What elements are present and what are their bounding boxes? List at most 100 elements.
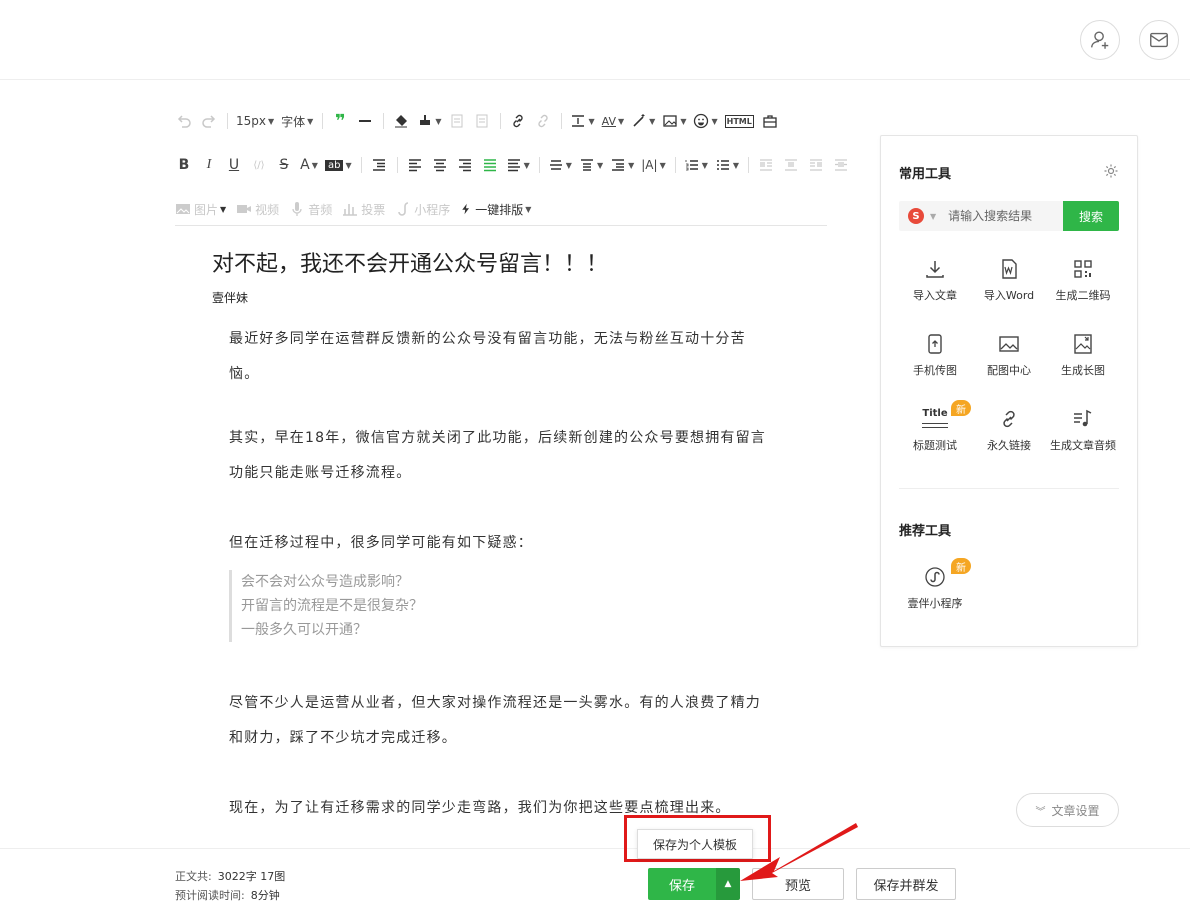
media-miniprogram-button[interactable]: 小程序 [395, 198, 450, 220]
tool-article-audio[interactable]: 生成文章音频 [1045, 408, 1121, 453]
toolbox-button[interactable] [761, 110, 779, 132]
align-more-button[interactable]: ▼ [506, 154, 530, 176]
article-settings-button[interactable]: ︾ 文章设置 [1016, 793, 1119, 827]
format-painter-button[interactable]: ▼ [417, 110, 441, 132]
one-click-layout-button[interactable]: 一键排版 ▼ [460, 198, 531, 220]
text-width-button[interactable]: |A| ▼ [641, 154, 665, 176]
tool-import-article[interactable]: 导入文章 [897, 258, 973, 303]
align-justify-button[interactable] [481, 154, 499, 176]
horizontal-rule-button[interactable] [356, 110, 374, 132]
magic-button[interactable]: ▼ [631, 110, 655, 132]
indent-button[interactable] [370, 154, 388, 176]
align-center-button[interactable] [431, 154, 449, 176]
align-icon [507, 159, 520, 172]
separator [396, 157, 398, 173]
chevron-down-icon: ▼ [220, 204, 227, 214]
para-after-button[interactable]: ▼ [610, 154, 634, 176]
article-body[interactable]: 最近好多同学在运营群反馈新的公众号没有留言功能，无法与粉丝互动十分苦恼。 其实，… [229, 322, 774, 826]
line-height-button[interactable]: ▼ [548, 154, 572, 176]
tool-generate-qrcode[interactable]: 生成二维码 [1045, 258, 1121, 303]
align-left-button[interactable] [406, 154, 424, 176]
messages-button[interactable] [1139, 20, 1179, 60]
html-button[interactable]: HTML [724, 110, 754, 132]
doc-button[interactable] [448, 110, 466, 132]
mail-icon [1150, 32, 1168, 48]
save-and-send-button[interactable]: 保存并群发 [856, 868, 956, 900]
spacing-icon [572, 115, 585, 127]
underline-button[interactable]: U [225, 154, 243, 176]
common-tools-title: 常用工具 [899, 167, 952, 182]
strikethrough-button[interactable]: S [275, 154, 293, 176]
font-family-select[interactable]: 字体 ▼ [281, 110, 313, 132]
long-image-icon [1074, 334, 1092, 354]
chevron-down-icon: ▼ [596, 160, 604, 170]
article-title[interactable]: 对不起，我还不会开通公众号留言！！！ [212, 246, 608, 278]
gear-icon[interactable] [1103, 163, 1119, 179]
para-before-button[interactable]: ▼ [579, 154, 603, 176]
media-vote-button[interactable]: 投票 [342, 198, 385, 220]
search-engine-icon[interactable]: S [908, 208, 924, 224]
bar-chart-icon [343, 204, 358, 216]
undo-button[interactable] [175, 110, 193, 132]
toolbar-row-2: B I U ⟨/⟩ S A ▼ ab ▼ ▼ ▼ ▼ ▼ |A| ▼ ▼ ▼ [175, 154, 857, 176]
emoji-icon [694, 113, 709, 129]
word-count-value: 3022字 17图 [217, 870, 286, 883]
media-audio-button[interactable]: 音频 [289, 198, 332, 220]
code-button[interactable]: ⟨/⟩ [250, 154, 268, 176]
tool-phone-upload[interactable]: 手机传图 [897, 333, 973, 378]
redo-icon [202, 115, 216, 128]
account-button[interactable] [1080, 20, 1120, 60]
search-button[interactable]: 搜索 [1063, 201, 1119, 231]
tool-label: 导入文章 [913, 289, 957, 302]
tool-permanent-link[interactable]: 永久链接 [971, 408, 1047, 453]
search-input[interactable] [948, 209, 1059, 223]
chevron-down-icon[interactable]: ▼ [930, 212, 936, 221]
doc-button-2[interactable] [473, 110, 491, 132]
chevron-down-icon: ▼ [565, 160, 572, 170]
article-author[interactable]: 壹伴妹 [212, 289, 248, 306]
clear-format-button[interactable] [392, 110, 410, 132]
italic-button[interactable]: I [200, 154, 218, 176]
tool-import-word[interactable]: 导入Word [971, 258, 1047, 303]
align-right-button[interactable] [456, 154, 474, 176]
tools-panel: 常用工具 S ▼ 搜索 导入文章 导入Word 生成二维码 手机传图 配图中心 … [880, 135, 1138, 647]
separator [383, 113, 385, 129]
letter-spacing-button[interactable]: AV ▼ [602, 110, 625, 132]
float-right-button[interactable] [807, 154, 825, 176]
float-center-button[interactable] [832, 154, 850, 176]
tool-label: 标题测试 [913, 439, 957, 452]
tool-yiban-miniprogram[interactable]: 新 壹伴小程序 [897, 558, 973, 611]
document-icon [451, 114, 463, 128]
unlink-icon [538, 114, 549, 128]
qrcode-icon [1074, 260, 1092, 278]
tool-label: 生成文章音频 [1050, 439, 1116, 452]
separator [561, 113, 563, 129]
chevron-down-icon: ▼ [268, 116, 275, 126]
paragraph-spacing-button[interactable]: ▼ [570, 110, 595, 132]
unordered-list-button[interactable]: ▼ [715, 154, 739, 176]
float-none-button[interactable] [782, 154, 800, 176]
redo-button[interactable] [200, 110, 218, 132]
unlink-button[interactable] [534, 110, 552, 132]
emoji-button[interactable]: ▼ [693, 110, 718, 132]
ordered-list-button[interactable]: ▼ [684, 154, 708, 176]
font-size-select[interactable]: 15px ▼ [236, 110, 274, 132]
separator [322, 113, 324, 129]
media-image-button[interactable]: 图片 ▼ [175, 198, 226, 220]
media-video-button[interactable]: 视频 [236, 198, 279, 220]
tool-label: 配图中心 [987, 364, 1031, 377]
tool-long-image[interactable]: 生成长图 [1045, 333, 1121, 378]
bold-button[interactable]: B [175, 154, 193, 176]
insert-link-button[interactable] [509, 110, 527, 132]
blockquote-button[interactable]: ❞ [331, 110, 349, 132]
tool-title-test[interactable]: Title 新 标题测试 [897, 400, 973, 453]
align-justify-icon [483, 159, 496, 172]
save-button[interactable]: 保存 [648, 868, 716, 900]
word-icon [1002, 259, 1017, 279]
float-center-icon [835, 159, 848, 171]
font-color-button[interactable]: A ▼ [300, 154, 318, 176]
insert-image-button[interactable]: ▼ [662, 110, 686, 132]
tool-image-center[interactable]: 配图中心 [971, 333, 1047, 378]
float-left-button[interactable] [757, 154, 775, 176]
background-color-button[interactable]: ab ▼ [325, 154, 352, 176]
